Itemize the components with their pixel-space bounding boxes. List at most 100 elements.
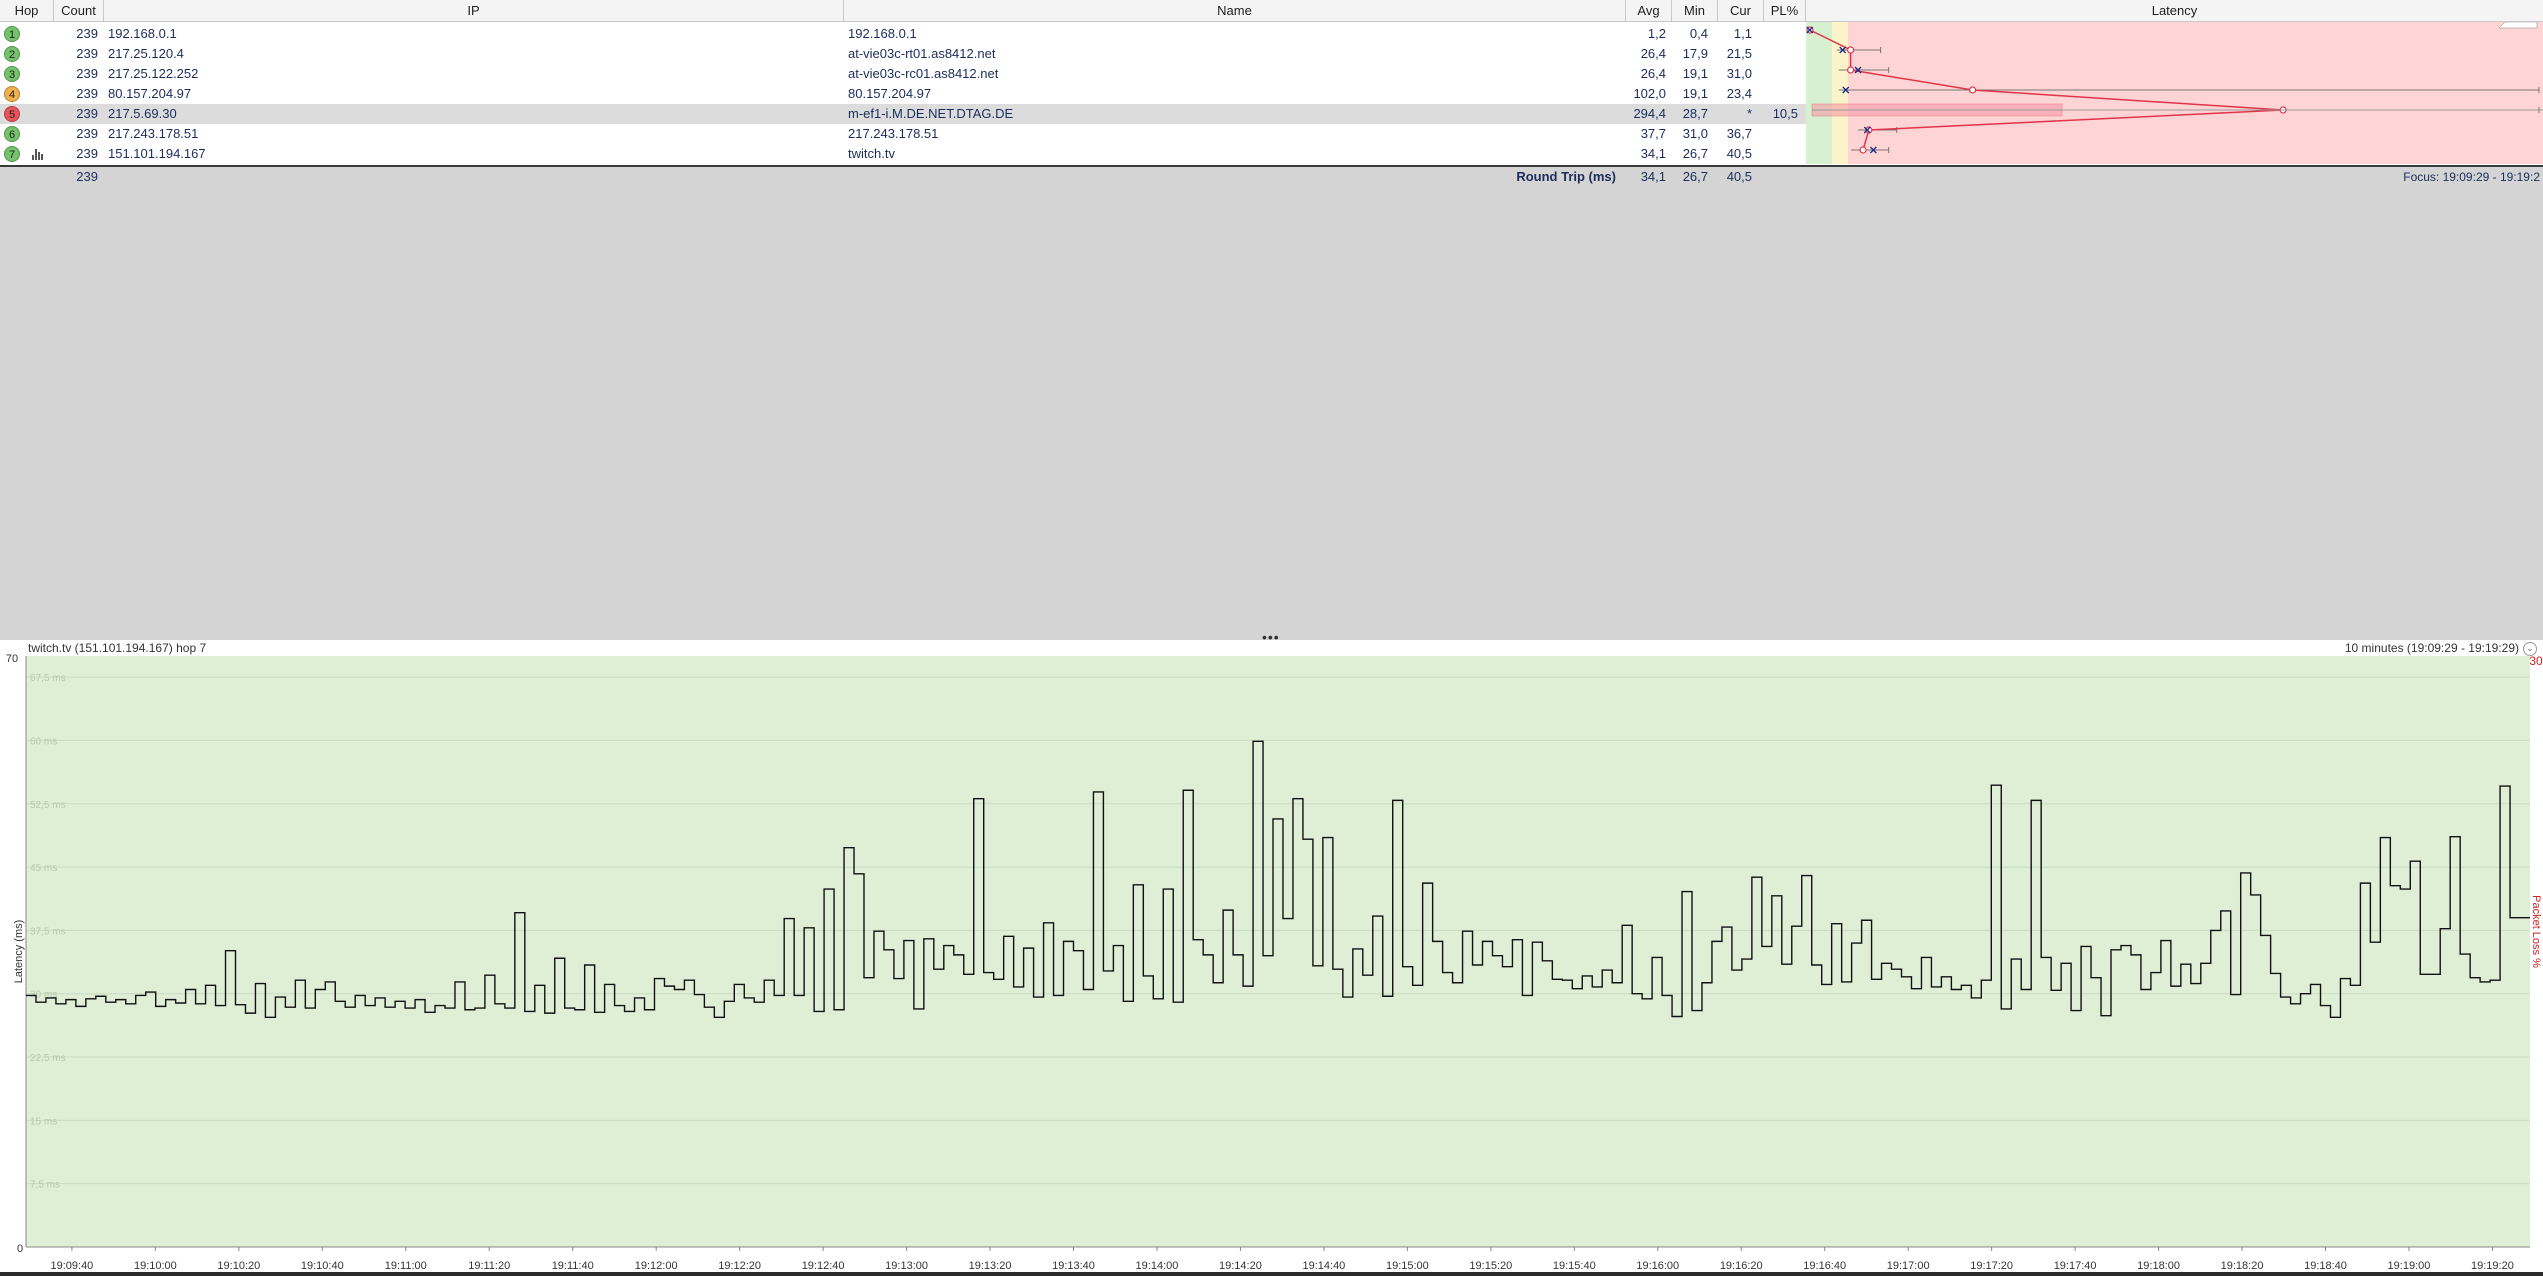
chevron-down-icon[interactable]: ⌄ [2523,642,2537,656]
x-tick-label: 19:10:00 [134,1260,177,1272]
summary-row: 239 Round Trip (ms) 34,1 26,7 40,5 Focus… [0,165,2543,187]
x-tick-label: 19:13:00 [885,1260,928,1272]
latency-zone-red [1806,22,2543,164]
x-tick-label: 19:11:00 [385,1260,427,1272]
hop-count: 239 [76,46,98,61]
latency-timeline-chart: 67,5 ms60 ms52,5 ms45 ms37,5 ms30 ms22,5… [6,653,2543,1272]
latency-panel: 0 ms2627 [1806,8,2543,164]
latency-zone-green [1806,22,1832,164]
column-header-latency[interactable]: Latency [1806,0,2543,22]
y-tick-label: 15 ms [30,1116,57,1127]
x-tick-label: 19:12:40 [802,1260,845,1272]
x-tick-label: 19:13:40 [1052,1260,1095,1272]
x-tick-label: 19:17:20 [1970,1260,2013,1272]
hop-name: twitch.tv [848,146,895,161]
column-header-cur[interactable]: Cur [1718,0,1764,22]
hop-row[interactable]: 1 239 192.168.0.1 192.168.0.1 1,2 0,4 1,1 [0,24,1806,44]
x-tick-label: 19:10:20 [217,1260,260,1272]
x-tick-label: 19:16:00 [1636,1260,1679,1272]
hop-min: 19,1 [1682,86,1708,101]
column-header-name[interactable]: Name [844,0,1626,22]
bottom-border [0,1272,2543,1276]
summary-min: 26,7 [1682,169,1708,184]
x-tick-label: 19:09:40 [50,1260,93,1272]
hop-count: 239 [76,66,98,81]
hop-packet-loss [1764,124,1798,144]
x-tick-label: 19:11:40 [552,1260,594,1272]
x-tick-label: 19:19:00 [2388,1260,2431,1272]
hop-name: at-vie03c-rt01.as8412.net [848,46,996,61]
x-tick-label: 19:15:40 [1553,1260,1596,1272]
hop-avg: 37,7 [1640,126,1666,141]
x-tick-label: 19:15:00 [1386,1260,1429,1272]
x-tick-label: 19:10:40 [301,1260,344,1272]
hop-count: 239 [76,126,98,141]
x-tick-label: 19:12:00 [635,1260,678,1272]
hop-ip: 80.157.204.97 [108,86,192,101]
hop-packet-loss [1764,44,1798,64]
summary-label: Round Trip (ms) [1516,169,1616,184]
hop-row[interactable]: 4 239 80.157.204.97 80.157.204.97 102,0 19,1 2… [0,84,1806,104]
y-tick-label: 52,5 ms [30,800,66,811]
hop-ip: 217.25.120.4 [108,46,184,61]
x-tick-label: 19:12:20 [718,1260,761,1272]
hop-packet-loss [1764,64,1798,84]
x-tick-label: 19:11:20 [468,1260,510,1272]
hop-min: 17,9 [1682,46,1708,61]
hop-status-badge: 5 [4,106,20,122]
x-tick-label: 19:16:40 [1803,1260,1846,1272]
hop-min: 0,4 [1689,26,1708,41]
hop-status-badge: 2 [4,46,20,62]
hop-cur: 31,0 [1726,66,1752,81]
hop-row[interactable]: 2 239 217.25.120.4 at-vie03c-rt01.as8412.ne… [0,44,1806,64]
hop-min: 28,7 [1682,106,1708,121]
hop-min: 19,1 [1682,66,1708,81]
column-header-count[interactable]: Count [54,0,104,22]
hop-count: 239 [76,106,98,121]
hop-min: 26,7 [1682,146,1708,161]
hop-cur: 21,5 [1726,46,1752,61]
latency-avg-marker [1859,146,1867,154]
column-header-pl[interactable]: PL% [1764,0,1806,22]
hop-row[interactable]: 5 239 217.5.69.30 m-ef1-i.M.DE.NET.DTAG.DE 2… [0,104,1806,124]
hop-avg: 34,1 [1640,146,1666,161]
x-tick-label: 19:14:20 [1219,1260,1262,1272]
right-axis-label: Packet Loss % [2530,895,2542,968]
hop-packet-loss: 10,5 [1772,106,1798,121]
hop-avg: 1,2 [1647,26,1666,41]
y-axis-label: Latency (ms) [13,920,25,984]
y-tick-label: 37,5 ms [30,926,66,937]
hop-ip: 217.5.69.30 [108,106,177,121]
graph-plot-area [26,656,2530,1247]
latency-avg-marker [1969,86,1977,94]
x-tick-label: 19:18:00 [2137,1260,2180,1272]
packet-loss-max-label: 30 [2529,654,2543,668]
latency-max-box [2498,21,2538,29]
hop-packet-loss [1764,144,1798,164]
hop-status-badge: 7 [4,146,20,162]
column-header-avg[interactable]: Avg [1626,0,1672,22]
column-header-hop[interactable]: Hop [0,0,54,22]
hop-row[interactable]: 6 239 217.243.178.51 217.243.178.51 37,7 31,0… [0,124,1806,144]
x-tick-label: 19:18:20 [2221,1260,2264,1272]
y-tick-label: 60 ms [30,736,57,747]
graph-title: twitch.tv (151.101.194.167) hop 7 [28,641,207,655]
hop-avg: 294,4 [1633,106,1666,121]
graph-range-selector[interactable]: 10 minutes (19:09:29 - 19:19:29) [2345,640,2519,656]
hop-cur: 36,7 [1726,126,1752,141]
y-tick-label: 45 ms [30,863,57,874]
hop-min: 31,0 [1682,126,1708,141]
timeline-graph-panel: 67,5 ms 60 ms 52,5 ms 45 ms 37,5 ms 30 ms 22,5… [0,640,2543,1276]
hop-name: 80.157.204.97 [848,86,932,101]
x-tick-label: 19:13:20 [969,1260,1012,1272]
hop-row[interactable]: 7 239 151.101.194.167 twitch.tv 34,1 26,7 40,5 [0,144,1806,164]
hop-avg: 26,4 [1640,46,1666,61]
graph-bars-icon[interactable] [32,149,44,160]
hop-cur: 40,5 [1726,146,1752,161]
summary-count: 239 [76,169,98,184]
hop-row[interactable]: 3 239 217.25.122.252 at-vie03c-rc01.as8412.… [0,64,1806,84]
column-header-min[interactable]: Min [1672,0,1718,22]
hop-table: Hop Count IP Name Avg Min Cur PL% Latenc… [0,0,2543,184]
column-header-ip[interactable]: IP [104,0,844,22]
hop-status-badge: 4 [4,86,20,102]
